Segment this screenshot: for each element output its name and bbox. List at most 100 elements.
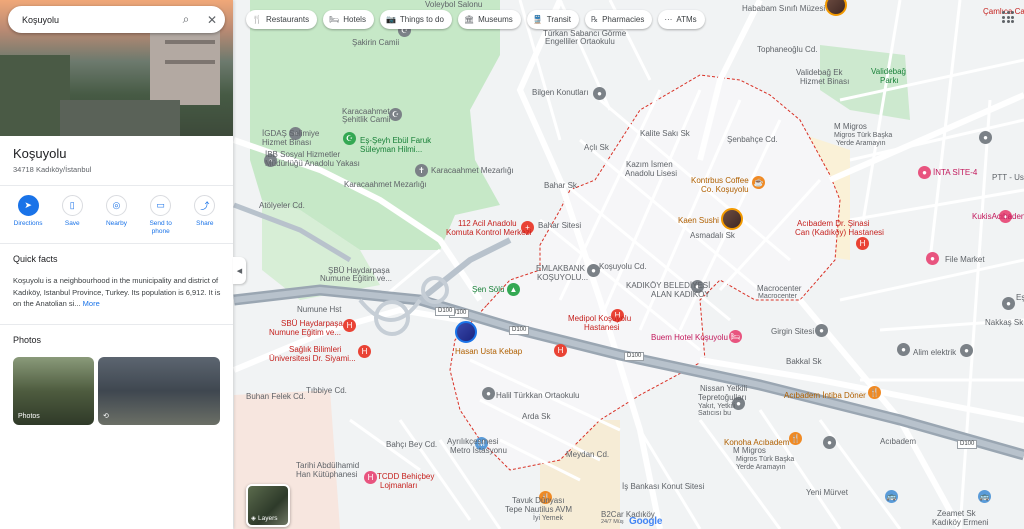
mosque-marker-icon[interactable]: ☪ — [343, 132, 356, 145]
location-marker-icon[interactable]: ● — [897, 343, 910, 356]
map-label[interactable]: Atölyeler Cd. — [259, 201, 305, 210]
map-label[interactable]: Şakirin Camii — [352, 38, 399, 47]
map-label[interactable]: Bahar Sk — [544, 181, 577, 190]
map-label[interactable]: İş Bankası Konut Sitesi — [622, 482, 704, 491]
chip-hotels[interactable]: 🛏 Hotels — [323, 10, 374, 29]
map-label[interactable]: Lojmanları — [380, 481, 417, 490]
map-label[interactable]: Buhan Felek Cd. — [246, 392, 306, 401]
map-label[interactable]: Acıbadem — [880, 437, 916, 446]
map-label[interactable]: Kaen Sushi — [678, 216, 719, 225]
map-label[interactable]: Halil Türkkan Ortaokulu — [496, 391, 579, 400]
map-label[interactable]: Tavuk Dünyası — [512, 496, 564, 505]
restaurant-marker-icon[interactable]: 🍴 — [789, 432, 802, 445]
map-label[interactable]: Nissan Yetkili — [700, 384, 747, 393]
map-label[interactable]: Şenbahçe Cd. — [727, 135, 778, 144]
map-label[interactable]: Bahar Sitesi — [538, 221, 581, 230]
map-label[interactable]: Girgin Sitesi — [771, 327, 814, 336]
map-label[interactable]: Şen Sölü — [472, 285, 504, 294]
map-label[interactable]: Tıbbiye Cd. — [306, 386, 347, 395]
map-label[interactable]: İNTA SİTE-4 — [933, 168, 977, 177]
map-label[interactable]: Kalite Sakı Sk — [640, 129, 690, 138]
map-label[interactable]: Numune Eğitim ve... — [320, 274, 392, 283]
map-label[interactable]: Hasan Usta Kebap — [455, 347, 522, 356]
map-label[interactable]: Ayrılıkçeşmesi — [447, 437, 498, 446]
map-label[interactable]: Şehitlik Camii — [342, 115, 390, 124]
location-marker-icon[interactable]: ● — [815, 324, 828, 337]
cemetery-marker-icon[interactable]: ✝ — [415, 164, 428, 177]
map-label[interactable]: EMLAKBANK — [536, 264, 585, 273]
map-label[interactable]: Voleybol Salonu — [425, 0, 482, 9]
photo-thumbnail[interactable]: Photos — [13, 357, 94, 425]
map-label[interactable]: KADIKÖY BELEDİYESİ — [626, 281, 710, 290]
chip-things-to-do[interactable]: 📷 Things to do — [379, 10, 452, 29]
map-label[interactable]: Buem Hotel Koşuyolu — [651, 333, 728, 342]
map-label[interactable]: Numune Hst — [297, 305, 341, 314]
map-label[interactable]: Hizmet Binası — [800, 77, 849, 86]
map-label[interactable]: Karacaahmet Mezarlığı — [344, 180, 427, 189]
map-label[interactable]: Validebağ Ek — [796, 68, 843, 77]
map-label[interactable]: Asmadalı Sk — [690, 231, 735, 240]
location-marker-icon[interactable]: ● — [960, 344, 973, 357]
map-label[interactable]: Metro İstasyonu — [450, 446, 507, 455]
map-label[interactable]: 112 Acil Anadolu — [458, 219, 517, 228]
shop-marker-icon[interactable]: ● — [926, 252, 939, 265]
hospital-marker-icon[interactable]: H — [856, 237, 869, 250]
location-marker-icon[interactable]: ● — [593, 87, 606, 100]
shop-marker-icon[interactable]: ● — [918, 166, 931, 179]
hotel-marker-icon[interactable]: 🛏 — [729, 330, 742, 343]
map-label[interactable]: Kazım İsmen — [626, 160, 673, 169]
map-label[interactable]: Kadıköy Ermeni — [932, 518, 988, 527]
map-label[interactable]: SBÜ Haydarpaşa — [281, 319, 343, 328]
search-input[interactable]: Koşuyolu — [22, 15, 173, 25]
map-label[interactable]: İGDAŞ Selimiye — [262, 129, 319, 138]
directions-button[interactable]: ➤ Directions — [8, 195, 48, 236]
send-to-phone-button[interactable]: ▭ Send to phone — [141, 195, 181, 236]
map-label[interactable]: TCDD Behiçbey — [377, 472, 434, 481]
photo-thumbnail-360[interactable]: ⟲ — [98, 357, 220, 425]
map-label[interactable]: Acıbadem İntiba Döner — [784, 391, 866, 400]
map-label[interactable]: Sağlık Bilimleri — [289, 345, 341, 354]
nearby-button[interactable]: ◎ Nearby — [96, 195, 136, 236]
map-label[interactable]: Engelliler Ortaokulu — [545, 37, 615, 46]
map-label[interactable]: Parkı — [880, 76, 899, 85]
map-label[interactable]: Yerde Aramayın — [736, 463, 786, 472]
map-label[interactable]: Tepretoğulları — [698, 393, 746, 402]
map-label[interactable]: Nakkaş Sk — [985, 318, 1023, 327]
share-button[interactable]: ⤴ Share — [185, 195, 225, 236]
map-label[interactable]: Co. Koşuyolu — [701, 185, 749, 194]
map-label[interactable]: Kontrbus Coffee — [691, 176, 749, 185]
map-label[interactable]: Tophaneoğlu Cd. — [757, 45, 818, 54]
map-label[interactable]: Süleyman Hilmi... — [360, 145, 422, 154]
map-label[interactable]: İBB Sosyal Hizmetler — [265, 150, 340, 159]
chip-pharmacies[interactable]: ℞ Pharmacies — [584, 10, 653, 29]
map-label[interactable]: KukisAcıbaden — [972, 212, 1024, 221]
map-label[interactable]: Hababam Sınıfı Müzesi — [742, 4, 825, 13]
chip-restaurants[interactable]: 🍴 Restaurants — [246, 10, 318, 29]
chip-museums[interactable]: 🏛 Museums — [457, 10, 521, 29]
map-label[interactable]: KOŞUYOLU... — [537, 273, 588, 282]
hospital-marker-icon[interactable]: H — [358, 345, 371, 358]
map-label[interactable]: ALAN KADIKÖY — [651, 290, 710, 299]
map-label[interactable]: Bakkal Sk — [786, 357, 822, 366]
map-label[interactable]: File Market — [945, 255, 985, 264]
map-label[interactable]: Satıcısı bu — [698, 409, 731, 418]
map-label[interactable]: Zeamet Sk — [937, 509, 976, 518]
photo-marker-kaen-sushi[interactable] — [721, 208, 743, 230]
hospital-marker-icon[interactable]: H — [364, 471, 377, 484]
map-label[interactable]: Eşgioğlu Sitesi — [1016, 293, 1024, 302]
map-label[interactable]: Han Kütüphanesi — [296, 470, 357, 479]
location-marker-icon[interactable]: ● — [823, 436, 836, 449]
map-label[interactable]: Komuta Kontrol Merkezi — [446, 228, 531, 237]
location-marker-icon[interactable]: ● — [979, 131, 992, 144]
mosque-marker-icon[interactable]: ☪ — [389, 108, 402, 121]
hospital-marker-icon[interactable]: H — [343, 319, 356, 332]
transit-marker-icon[interactable]: 🚌 — [978, 490, 991, 503]
map-label[interactable]: Hizmet Binası — [262, 138, 311, 147]
map-label[interactable]: Üniversitesi Dr. Siyami... — [269, 354, 356, 363]
map-label[interactable]: Medipol Koşuyolu — [568, 314, 631, 323]
photo-marker-hasan-usta[interactable] — [455, 321, 477, 343]
map-label[interactable]: Acıbadem Dr. Şinasi — [797, 219, 869, 228]
chip-atms[interactable]: ⋯ ATMs — [658, 10, 705, 29]
map-label[interactable]: Bahçı Bey Cd. — [386, 440, 437, 449]
map-label[interactable]: Meydan Cd. — [566, 450, 609, 459]
